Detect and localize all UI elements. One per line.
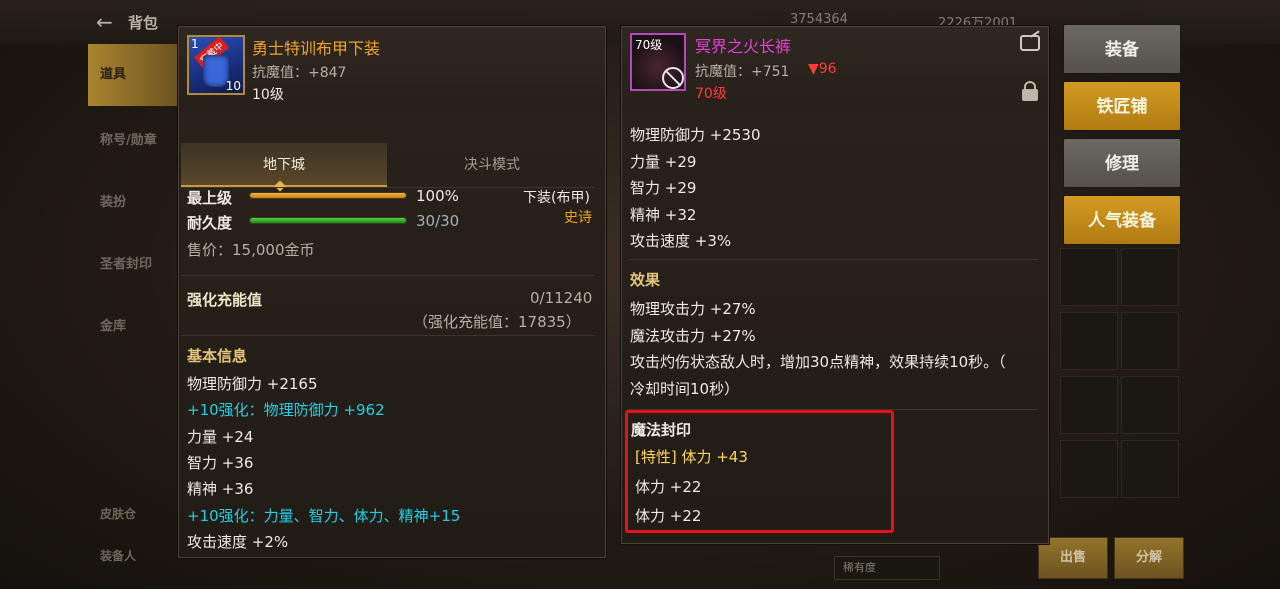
effect-line: 魔法攻击力 +27% — [630, 326, 756, 345]
inventory-slot[interactable] — [1060, 376, 1118, 434]
stat-line: 物理防御力 +2530 — [630, 126, 761, 144]
inventory-grid — [1060, 248, 1182, 504]
divider — [181, 335, 595, 336]
inventory-slot[interactable] — [1121, 376, 1179, 434]
divider — [628, 259, 1038, 260]
stat-line: 智力 +36 — [187, 453, 254, 472]
rarity: 史诗 — [564, 210, 592, 226]
inventory-slot[interactable] — [1060, 440, 1118, 498]
equipped-item-tooltip: 1 穿戴中 10 勇士特训布甲下装 抗魔值：+847 10级 地下城 决斗模式 … — [178, 26, 606, 558]
skin-storage-tab[interactable]: 皮肤仓 — [100, 505, 136, 522]
stat-line: +10强化：物理防御力 +962 — [187, 401, 385, 420]
tab-dungeon[interactable]: 地下城 — [181, 143, 387, 187]
durability-value: 30/30 — [416, 212, 460, 230]
magic-resist: 抗魔值：+751 — [695, 64, 790, 80]
seal-line: 体力 +22 — [635, 478, 702, 496]
grade-label: 最上级 — [187, 189, 233, 207]
seal-title: 魔法封印 — [631, 421, 692, 439]
sell-price: 售价：15,000金币 — [187, 241, 315, 259]
popular-equipment-button[interactable]: 人气装备 — [1063, 195, 1181, 245]
icon-level: 70级 — [635, 38, 663, 52]
share-icon[interactable] — [1020, 30, 1040, 51]
tab-duel-mode[interactable]: 决斗模式 — [387, 143, 597, 187]
inventory-slot[interactable] — [1121, 248, 1179, 306]
sidebar-item-costume[interactable]: 装扮 — [88, 172, 180, 234]
inventory-slot[interactable] — [1121, 312, 1179, 370]
effect-line: 冷却时间10秒） — [630, 379, 740, 398]
grade-bar — [249, 192, 407, 199]
stat-line: +10强化：力量、智力、体力、精神+15 — [187, 506, 461, 525]
icon-count: 10 — [225, 79, 241, 93]
durability-label: 耐久度 — [187, 214, 233, 232]
stat-line: 精神 +32 — [630, 205, 697, 224]
item-level: 70级 — [695, 86, 727, 102]
charge-note: （强化充能值：17835） — [413, 313, 581, 331]
inventory-sidebar: 道具 称号/勋章 装扮 圣者封印 金库 — [88, 44, 180, 554]
basic-info-title: 基本信息 — [187, 347, 248, 365]
tab-dungeon-label: 地下城 — [263, 157, 305, 173]
repair-button[interactable]: 修理 — [1063, 138, 1181, 188]
lock-icon[interactable] — [1022, 81, 1038, 101]
grade-bar-fill — [250, 193, 406, 198]
effect-title: 效果 — [630, 271, 661, 289]
sidebar-item-titles[interactable]: 称号/勋章 — [88, 110, 180, 172]
effect-line: 物理攻击力 +27% — [630, 300, 756, 318]
durability-bar-fill — [250, 218, 406, 223]
grade-value: 100% — [416, 187, 459, 205]
stat-line: 力量 +24 — [187, 427, 254, 446]
divider — [181, 275, 595, 276]
blacksmith-button[interactable]: 铁匠铺 — [1063, 81, 1181, 131]
stat-line: 物理防御力 +2165 — [187, 375, 318, 393]
item-level: 10级 — [252, 87, 284, 103]
item-icon: 1 穿戴中 10 — [187, 35, 245, 95]
inventory-slot[interactable] — [1060, 248, 1118, 306]
inventory-slot[interactable] — [1121, 440, 1179, 498]
ban-icon — [662, 67, 684, 89]
sidebar-item-vault[interactable]: 金库 — [88, 296, 180, 358]
resist-diff: ▼96 — [808, 61, 837, 77]
charge-value: 0/11240 — [530, 289, 593, 307]
item-name: 冥界之火长裤 — [695, 37, 792, 56]
sidebar-item-seal[interactable]: 圣者封印 — [88, 234, 180, 296]
stat-line: 精神 +36 — [187, 480, 254, 499]
charge-label: 强化充能值 — [187, 291, 263, 309]
magic-resist: 抗魔值：+847 — [252, 65, 347, 81]
effect-line: 攻击灼伤状态敌人时，增加30点精神，效果持续10秒。（ — [630, 353, 1006, 371]
decompose-button[interactable]: 分解 — [1114, 537, 1184, 579]
seal-trait: [特性] 体力 +43 — [635, 448, 748, 466]
slot-type: 下装(布甲) — [523, 190, 590, 206]
stat-line: 力量 +29 — [630, 152, 697, 171]
stat-line: 智力 +29 — [630, 179, 697, 197]
item-name: 勇士特训布甲下装 — [252, 39, 381, 58]
currency-a: 3754364 — [790, 12, 848, 27]
sort-dropdown[interactable]: 稀有度 — [834, 556, 940, 580]
equip-button[interactable]: 装备 — [1063, 24, 1181, 74]
durability-bar — [249, 217, 407, 224]
back-arrow-icon[interactable]: ← — [96, 10, 113, 34]
stat-line: 攻击速度 +3% — [630, 232, 732, 250]
seal-line: 体力 +22 — [635, 507, 702, 525]
item-icon: 70级 — [630, 33, 686, 91]
icon-level: 1 — [191, 37, 199, 51]
compare-item-tooltip: 70级 冥界之火长裤 抗魔值：+751 ▼96 70级 物理防御力 +2530 力… — [621, 26, 1049, 544]
stat-line: 攻击速度 +2% — [187, 532, 289, 551]
tab-duel-label: 决斗模式 — [464, 157, 520, 173]
inventory-title: 背包 — [128, 14, 159, 32]
sidebar-item-props[interactable]: 道具 — [88, 44, 180, 106]
inventory-slot[interactable] — [1060, 312, 1118, 370]
equipper-tab[interactable]: 装备人 — [100, 547, 136, 564]
